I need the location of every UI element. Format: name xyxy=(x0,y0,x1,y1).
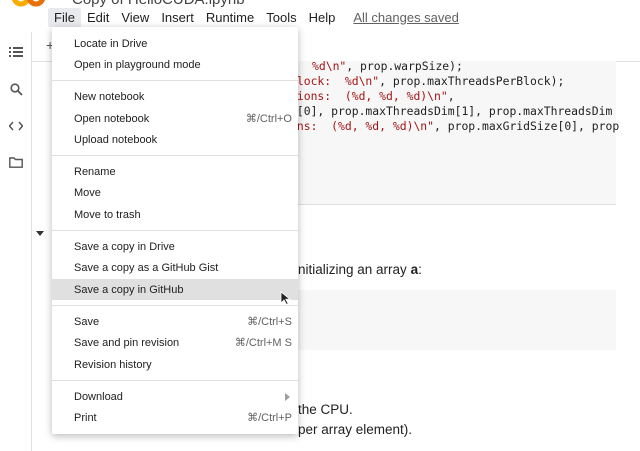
menu-file[interactable]: File xyxy=(48,7,81,27)
text-the-cpu: the CPU. xyxy=(298,402,353,417)
code-snippets-icon[interactable] xyxy=(8,118,24,134)
menu-item-revision-history[interactable]: Revision history xyxy=(52,354,298,375)
menu-insert[interactable]: Insert xyxy=(155,8,200,27)
menu-item-save-copy-gist[interactable]: Save a copy as a GitHub Gist xyxy=(52,257,298,278)
menu-item-move[interactable]: Move xyxy=(52,182,298,203)
menu-separator xyxy=(52,80,298,81)
text-initializing: nitializing an array a: xyxy=(298,262,422,277)
menu-separator xyxy=(52,230,298,231)
menu-edit[interactable]: Edit xyxy=(81,8,115,27)
menu-separator xyxy=(52,380,298,381)
table-of-contents-icon[interactable] xyxy=(8,44,24,60)
menu-item-move-to-trash[interactable]: Move to trash xyxy=(52,204,298,225)
file-menu-dropdown: Locate in Drive Open in playground mode … xyxy=(52,27,298,434)
menu-item-print[interactable]: Print ⌘/Ctrl+P xyxy=(52,407,298,428)
menu-item-rename[interactable]: Rename xyxy=(52,161,298,182)
search-icon[interactable] xyxy=(8,81,24,97)
menu-item-locate-in-drive[interactable]: Locate in Drive xyxy=(52,33,298,54)
menu-help[interactable]: Help xyxy=(303,8,342,27)
code-line-4: m[0], prop.maxThreadsDim[1], prop.maxThr… xyxy=(290,104,613,118)
menu-item-save[interactable]: Save ⌘/Ctrl+S xyxy=(52,311,298,332)
menu-tools[interactable]: Tools xyxy=(260,8,302,27)
code-line-1: %d\n", prop.warpSize); xyxy=(312,59,463,73)
mouse-cursor-icon xyxy=(280,291,292,305)
menu-item-open-playground[interactable]: Open in playground mode xyxy=(52,54,298,75)
section-collapse-icon[interactable] xyxy=(36,231,44,236)
menu-item-download[interactable]: Download xyxy=(52,386,298,407)
menu-item-open-notebook[interactable]: Open notebook ⌘/Ctrl+O xyxy=(52,108,298,129)
menu-item-save-pin-revision[interactable]: Save and pin revision ⌘/Ctrl+M S xyxy=(52,332,298,353)
submenu-arrow-icon xyxy=(285,392,290,401)
menubar: File Edit View Insert Runtime Tools Help… xyxy=(48,7,465,27)
menu-view[interactable]: View xyxy=(115,8,155,27)
menu-item-save-copy-github[interactable]: Save a copy in GitHub xyxy=(52,279,298,300)
save-status-link[interactable]: All changes saved xyxy=(347,8,465,27)
menu-separator xyxy=(52,305,298,306)
left-sidebar xyxy=(0,32,32,451)
menu-runtime[interactable]: Runtime xyxy=(200,8,260,27)
menu-item-save-copy-drive[interactable]: Save a copy in Drive xyxy=(52,236,298,257)
menu-item-new-notebook[interactable]: New notebook xyxy=(52,86,298,107)
code-line-3: sions: (%d, %d, %d)\n", xyxy=(290,89,455,103)
code-line-2: block: %d\n", prop.maxThreadsPerBlock); xyxy=(290,74,565,88)
text-per-array-element: per array element). xyxy=(298,422,413,437)
code-line-5: ons: (%d, %d, %d)\n", prop.maxGridSize[0… xyxy=(290,119,620,133)
colab-logo-icon xyxy=(12,0,46,7)
files-folder-icon[interactable] xyxy=(8,154,24,170)
menu-separator xyxy=(52,155,298,156)
menu-item-upload-notebook[interactable]: Upload notebook xyxy=(52,129,298,150)
